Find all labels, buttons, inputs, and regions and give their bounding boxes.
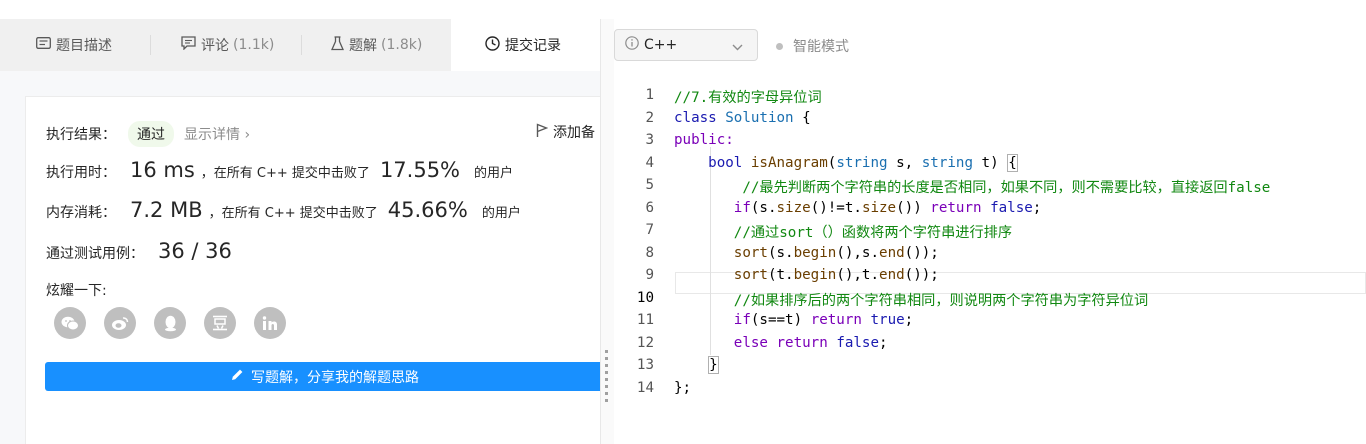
code-line: 13 } bbox=[636, 356, 719, 374]
code-line: 10 //如果排序后的两个字符串相同，则说明两个字符串为字符异位词 bbox=[614, 274, 1366, 309]
write-solution-button[interactable]: 写题解，分享我的解题思路 bbox=[45, 362, 600, 391]
runtime-prefix: ，在所有 C++ 提交中击败了 bbox=[200, 166, 370, 181]
editor-toolbar: C++ 智能模式 bbox=[614, 19, 1366, 71]
tab-comments-count: (1.1k) bbox=[233, 37, 275, 53]
smart-mode-dot-icon bbox=[776, 42, 783, 50]
runtime-percent: 17.55% bbox=[379, 158, 461, 182]
write-solution-label: 写题解，分享我的解题思路 bbox=[251, 369, 419, 386]
code-line: 8 sort(s.begin(),s.end()); bbox=[645, 244, 939, 261]
tab-solutions[interactable]: 题解 (1.8k) bbox=[331, 19, 441, 71]
pencil-icon bbox=[231, 368, 244, 385]
chevron-right-icon: › bbox=[244, 127, 251, 143]
show-details-label: 显示详情 bbox=[184, 127, 240, 143]
weibo-icon[interactable] bbox=[104, 307, 136, 339]
clock-icon bbox=[485, 35, 500, 55]
memory-row: 内存消耗： 7.2 MB ，在所有 C++ 提交中击败了 45.66% 的用户 bbox=[46, 198, 521, 222]
code-line: 9 sort(t.begin(),t.end()); bbox=[645, 267, 939, 283]
add-note-button[interactable]: 添加备 bbox=[536, 122, 595, 142]
submission-result-card: 执行结果： 通过 显示详情 › 添加备 执行用时： 16 ms ，在所有 C++… bbox=[25, 96, 600, 444]
memory-value: 7.2 MB bbox=[130, 198, 203, 222]
code-line: 4 bool isAnagram(string s, string t) { bbox=[645, 153, 1018, 172]
tab-bar: 题目描述 评论 (1.1k) 题解 (1.8k) 提交记录 bbox=[0, 19, 600, 71]
code-line: 12 else return false; bbox=[636, 334, 888, 351]
code-line: 11 if(s==t) return true; bbox=[636, 312, 914, 328]
wechat-icon[interactable] bbox=[54, 307, 86, 339]
info-icon bbox=[625, 36, 639, 54]
status-badge: 通过 bbox=[128, 121, 174, 147]
runtime-value: 16 ms bbox=[130, 158, 195, 182]
language-select[interactable]: C++ bbox=[614, 29, 758, 61]
show-details-link[interactable]: 显示详情 › bbox=[184, 124, 250, 144]
douban-icon[interactable] bbox=[204, 307, 236, 339]
tab-solutions-label: 题解 bbox=[349, 38, 377, 54]
description-icon bbox=[36, 37, 51, 53]
testcases-row: 通过测试用例： 36 / 36 bbox=[46, 239, 232, 263]
tab-comments[interactable]: 评论 (1.1k) bbox=[181, 19, 301, 71]
runtime-label: 执行用时： bbox=[46, 165, 116, 181]
flask-icon bbox=[331, 35, 344, 55]
memory-suffix: 的用户 bbox=[481, 206, 521, 221]
testcases-label: 通过测试用例： bbox=[46, 246, 144, 262]
smart-mode-toggle[interactable]: 智能模式 bbox=[776, 36, 849, 56]
tab-solutions-count: (1.8k) bbox=[381, 37, 423, 53]
runtime-row: 执行用时： 16 ms ，在所有 C++ 提交中击败了 17.55% 的用户 bbox=[46, 158, 513, 182]
runtime-suffix: 的用户 bbox=[474, 166, 514, 181]
result-label: 执行结果： bbox=[46, 127, 116, 143]
code-line-text: }; bbox=[674, 379, 692, 396]
flag-icon bbox=[536, 122, 549, 142]
tab-comments-label: 评论 bbox=[201, 38, 229, 54]
code-line: 7 //通过sort（）函数将两个字符串进行排序 bbox=[645, 222, 1013, 241]
top-strip bbox=[0, 0, 1366, 19]
tab-description-label: 题目描述 bbox=[56, 38, 112, 54]
tab-divider bbox=[301, 35, 302, 55]
smart-mode-label: 智能模式 bbox=[793, 39, 849, 55]
linkedin-icon[interactable] bbox=[254, 307, 286, 339]
share-row: 炫耀一下: bbox=[46, 280, 107, 300]
memory-percent: 45.66% bbox=[387, 198, 468, 222]
code-line: 1//7.有效的字母异位词 bbox=[645, 87, 822, 106]
tab-submissions-label: 提交记录 bbox=[505, 38, 561, 54]
add-note-label: 添加备 bbox=[553, 125, 595, 141]
left-panel: 题目描述 评论 (1.1k) 题解 (1.8k) 提交记录 执行结果： 通过 显… bbox=[0, 19, 600, 444]
resize-handle[interactable] bbox=[605, 350, 608, 404]
tab-description[interactable]: 题目描述 bbox=[36, 19, 146, 71]
code-area[interactable]: 1//7.有效的字母异位词 2 class Solution { 3 public:… bbox=[614, 71, 1366, 444]
language-label: C++ bbox=[644, 37, 678, 53]
qq-icon[interactable] bbox=[154, 307, 186, 339]
code-editor-panel: C++ 智能模式 1//7.有效的字母异位词 2 class Solution {… bbox=[614, 19, 1366, 444]
memory-label: 内存消耗： bbox=[46, 205, 116, 221]
tab-submissions[interactable]: 提交记录 bbox=[451, 19, 600, 71]
code-line: 14}; bbox=[636, 379, 692, 396]
memory-prefix: ，在所有 C++ 提交中击败了 bbox=[208, 206, 378, 221]
tab-divider bbox=[150, 35, 151, 55]
share-label: 炫耀一下: bbox=[46, 283, 107, 299]
comment-icon bbox=[181, 36, 196, 54]
testcases-value: 36 / 36 bbox=[158, 239, 232, 263]
code-line: 5 //最先判断两个字符串的长度是否相同，如果不同，则不需要比较，直接返回fal… bbox=[645, 177, 1271, 196]
result-row: 执行结果： 通过 显示详情 › bbox=[46, 121, 250, 147]
code-line: 2 class Solution { bbox=[645, 109, 811, 126]
code-line: 3 public: bbox=[645, 132, 734, 148]
chevron-down-icon bbox=[732, 39, 743, 55]
code-line: 6 if(s.size()!=t.size()) return false; bbox=[645, 199, 1042, 216]
